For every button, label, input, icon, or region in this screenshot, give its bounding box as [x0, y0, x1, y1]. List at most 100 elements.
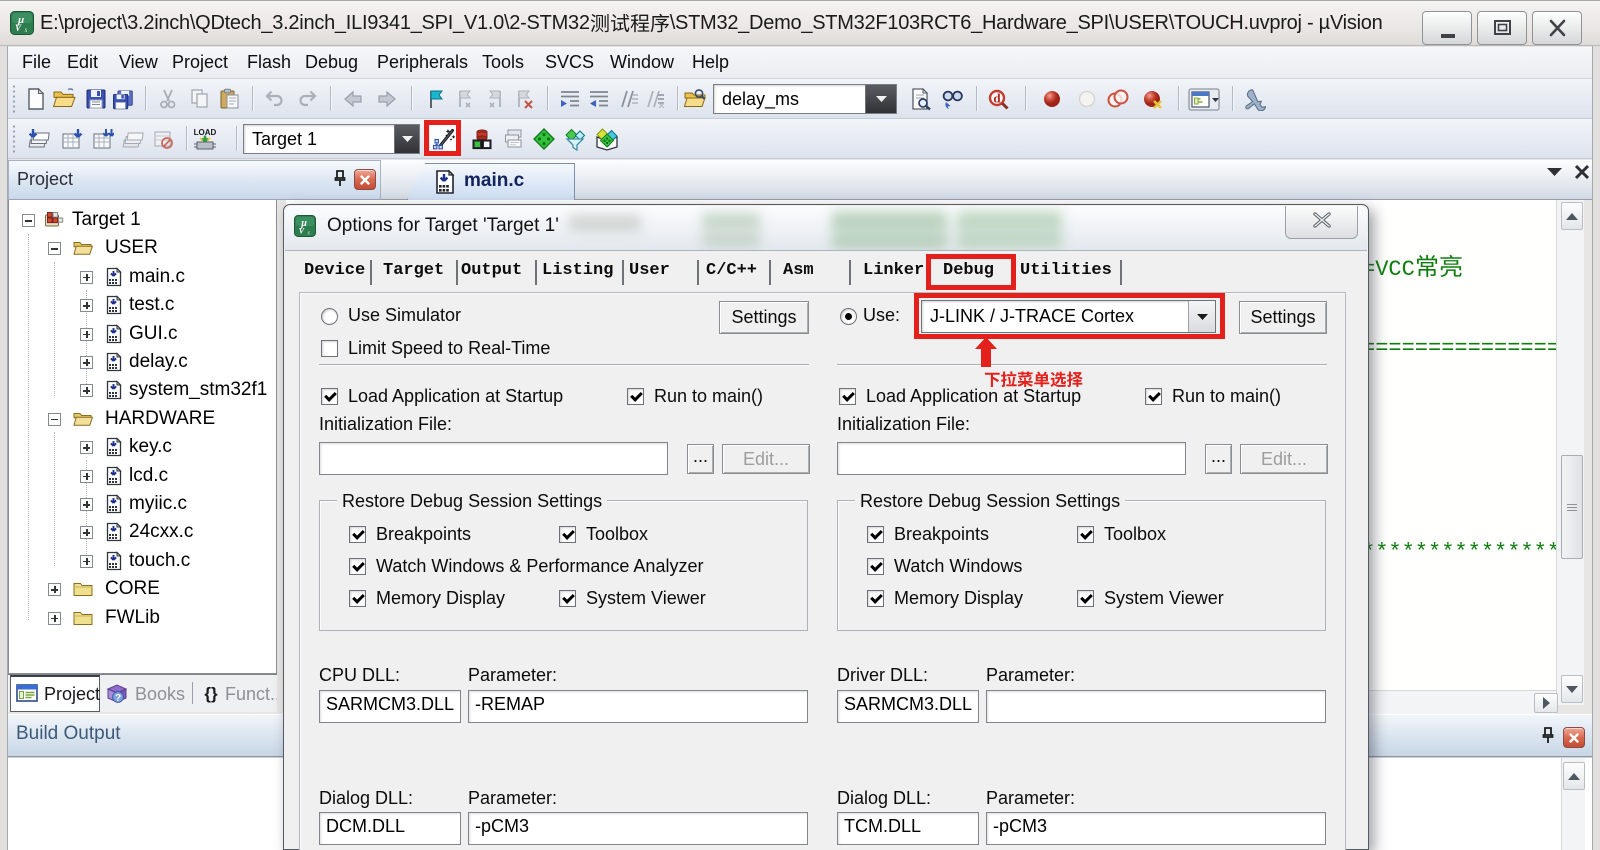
breakpoint-enable-disable-icon[interactable]: [1075, 87, 1099, 111]
menu-view[interactable]: View: [119, 52, 158, 73]
target-combobox[interactable]: Target 1: [243, 124, 420, 154]
tree-expand-icon[interactable]: [48, 583, 61, 596]
breakpoints-checkbox-left[interactable]: [349, 526, 366, 543]
run-main-checkbox-right[interactable]: [1145, 388, 1162, 405]
system-viewer-checkbox-left[interactable]: [559, 590, 576, 607]
menu-svcs[interactable]: SVCS: [545, 52, 594, 73]
tree-item-main-c[interactable]: main.c: [9, 263, 276, 291]
tree-item-lcd-c[interactable]: lcd.c: [9, 462, 276, 490]
project-panel-close-icon[interactable]: [354, 169, 376, 190]
doc-close-icon[interactable]: [1573, 163, 1591, 181]
comment-selection-icon[interactable]: [617, 87, 641, 111]
menu-flash[interactable]: Flash: [247, 52, 291, 73]
tree-item-label[interactable]: 24cxx.c: [129, 521, 193, 543]
breakpoints-checkbox-right[interactable]: [867, 526, 884, 543]
watch-windows-checkbox-right[interactable]: [867, 558, 884, 575]
tree-item-target-1[interactable]: Target 1: [9, 206, 276, 234]
use-debugger-radio[interactable]: [840, 308, 857, 325]
show-windows-icon[interactable]: [1188, 87, 1222, 111]
redo-icon[interactable]: [296, 87, 320, 111]
batch-build-icon[interactable]: [120, 127, 144, 151]
manage-run-environment-icon[interactable]: [501, 127, 525, 151]
stop-build-icon[interactable]: [151, 127, 175, 151]
configure-icon[interactable]: [1244, 87, 1268, 111]
tree-item-label[interactable]: lcd.c: [129, 465, 168, 487]
panel-tab-label[interactable]: Project: [44, 684, 100, 705]
tree-item-touch-c[interactable]: touch.c: [9, 547, 276, 575]
tree-item-label[interactable]: test.c: [129, 294, 174, 316]
tree-item-core[interactable]: CORE: [9, 575, 276, 603]
dialog-dll-parameter-input-left[interactable]: -pCM3: [468, 812, 808, 845]
tree-expand-icon[interactable]: [80, 470, 93, 483]
tree-expand-icon[interactable]: [80, 498, 93, 511]
tree-item-label[interactable]: USER: [105, 237, 158, 259]
toolbox-checkbox-right[interactable]: [1077, 526, 1094, 543]
bookmark-toggle-icon[interactable]: [424, 87, 448, 111]
tree-item-label[interactable]: Target 1: [72, 209, 141, 231]
init-file-edit-button-left[interactable]: Edit...: [722, 444, 810, 474]
menu-help[interactable]: Help: [692, 52, 729, 73]
copy-icon[interactable]: [188, 87, 212, 111]
select-packs-icon[interactable]: [563, 127, 587, 151]
tree-item-test-c[interactable]: test.c: [9, 291, 276, 319]
manage-components-icon[interactable]: [470, 127, 494, 151]
tree-item-hardware[interactable]: HARDWARE: [9, 405, 276, 433]
dialog-tab-cc[interactable]: C/C++: [706, 261, 757, 280]
panel-tab-label[interactable]: Books: [135, 684, 185, 705]
bookmark-prev-icon[interactable]: [483, 87, 507, 111]
uncomment-selection-icon[interactable]: [643, 87, 667, 111]
breakpoint-kill-all-icon[interactable]: [1141, 87, 1165, 111]
paste-icon[interactable]: [218, 87, 242, 111]
dialog-dll-parameter-input-right[interactable]: -pCM3: [986, 812, 1326, 845]
tree-expand-icon[interactable]: [80, 271, 93, 284]
close-button[interactable]: [1532, 11, 1582, 45]
minimize-button[interactable]: [1422, 11, 1472, 45]
tree-item-label[interactable]: HARDWARE: [105, 408, 215, 430]
tree-expand-icon[interactable]: [80, 356, 93, 369]
menu-file[interactable]: File: [22, 52, 51, 73]
tree-item-fwlib[interactable]: FWLib: [9, 604, 276, 632]
tree-item-label[interactable]: GUI.c: [129, 323, 178, 345]
editor-vscrollbar[interactable]: [1556, 200, 1584, 705]
document-tab-main-c[interactable]: main.c: [407, 163, 575, 200]
menu-debug[interactable]: Debug: [305, 52, 358, 73]
tree-expand-icon[interactable]: [80, 328, 93, 341]
breakpoint-toggle-icon[interactable]: [1040, 87, 1064, 111]
tree-item-delay-c[interactable]: delay.c: [9, 348, 276, 376]
scroll-up-icon[interactable]: [1563, 762, 1585, 790]
init-file-browse-button-left[interactable]: ...: [687, 444, 714, 474]
dialog-dll-input-right[interactable]: TCM.DLL: [837, 812, 979, 845]
init-file-input-left[interactable]: [319, 442, 668, 475]
toolbox-checkbox-left[interactable]: [559, 526, 576, 543]
tree-collapse-icon[interactable]: [22, 214, 35, 227]
toolbar-grip[interactable]: [12, 124, 16, 154]
load-app-checkbox-left[interactable]: [321, 388, 338, 405]
rebuild-icon[interactable]: [90, 127, 114, 151]
init-file-edit-button-right[interactable]: Edit...: [1240, 444, 1328, 474]
cpu-dll-parameter-input[interactable]: -REMAP: [468, 690, 808, 723]
dialog-tab-linker[interactable]: Linker: [863, 261, 924, 280]
menu-edit[interactable]: Edit: [67, 52, 98, 73]
indent-right-icon[interactable]: [558, 87, 582, 111]
bookmark-next-icon[interactable]: [453, 87, 477, 111]
build-icon[interactable]: [59, 127, 83, 151]
toolbar-grip[interactable]: [12, 84, 16, 114]
undo-icon[interactable]: [262, 87, 286, 111]
tree-collapse-icon[interactable]: [48, 242, 61, 255]
watch-windows-checkbox-left[interactable]: [349, 558, 366, 575]
menu-tools[interactable]: Tools: [482, 52, 524, 73]
simulator-settings-button[interactable]: Settings: [719, 301, 809, 334]
breakpoint-disable-all-icon[interactable]: [1106, 87, 1130, 111]
pack-installer-icon[interactable]: [532, 127, 556, 151]
scroll-right-icon[interactable]: [1534, 693, 1558, 713]
load-app-checkbox-right[interactable]: [839, 388, 856, 405]
options-dialog-titlebar[interactable]: µVs Options for Target 'Target 1': [285, 206, 1367, 251]
tree-item-label[interactable]: touch.c: [129, 550, 190, 572]
menu-peripherals[interactable]: Peripherals: [377, 52, 468, 73]
use-simulator-radio[interactable]: [321, 308, 338, 325]
init-file-browse-button-right[interactable]: ...: [1205, 444, 1232, 474]
find-in-files-icon[interactable]: [683, 87, 707, 111]
dialog-dll-input-left[interactable]: DCM.DLL: [319, 812, 461, 845]
dialog-tab-user[interactable]: User: [629, 261, 670, 280]
tree-expand-icon[interactable]: [80, 526, 93, 539]
